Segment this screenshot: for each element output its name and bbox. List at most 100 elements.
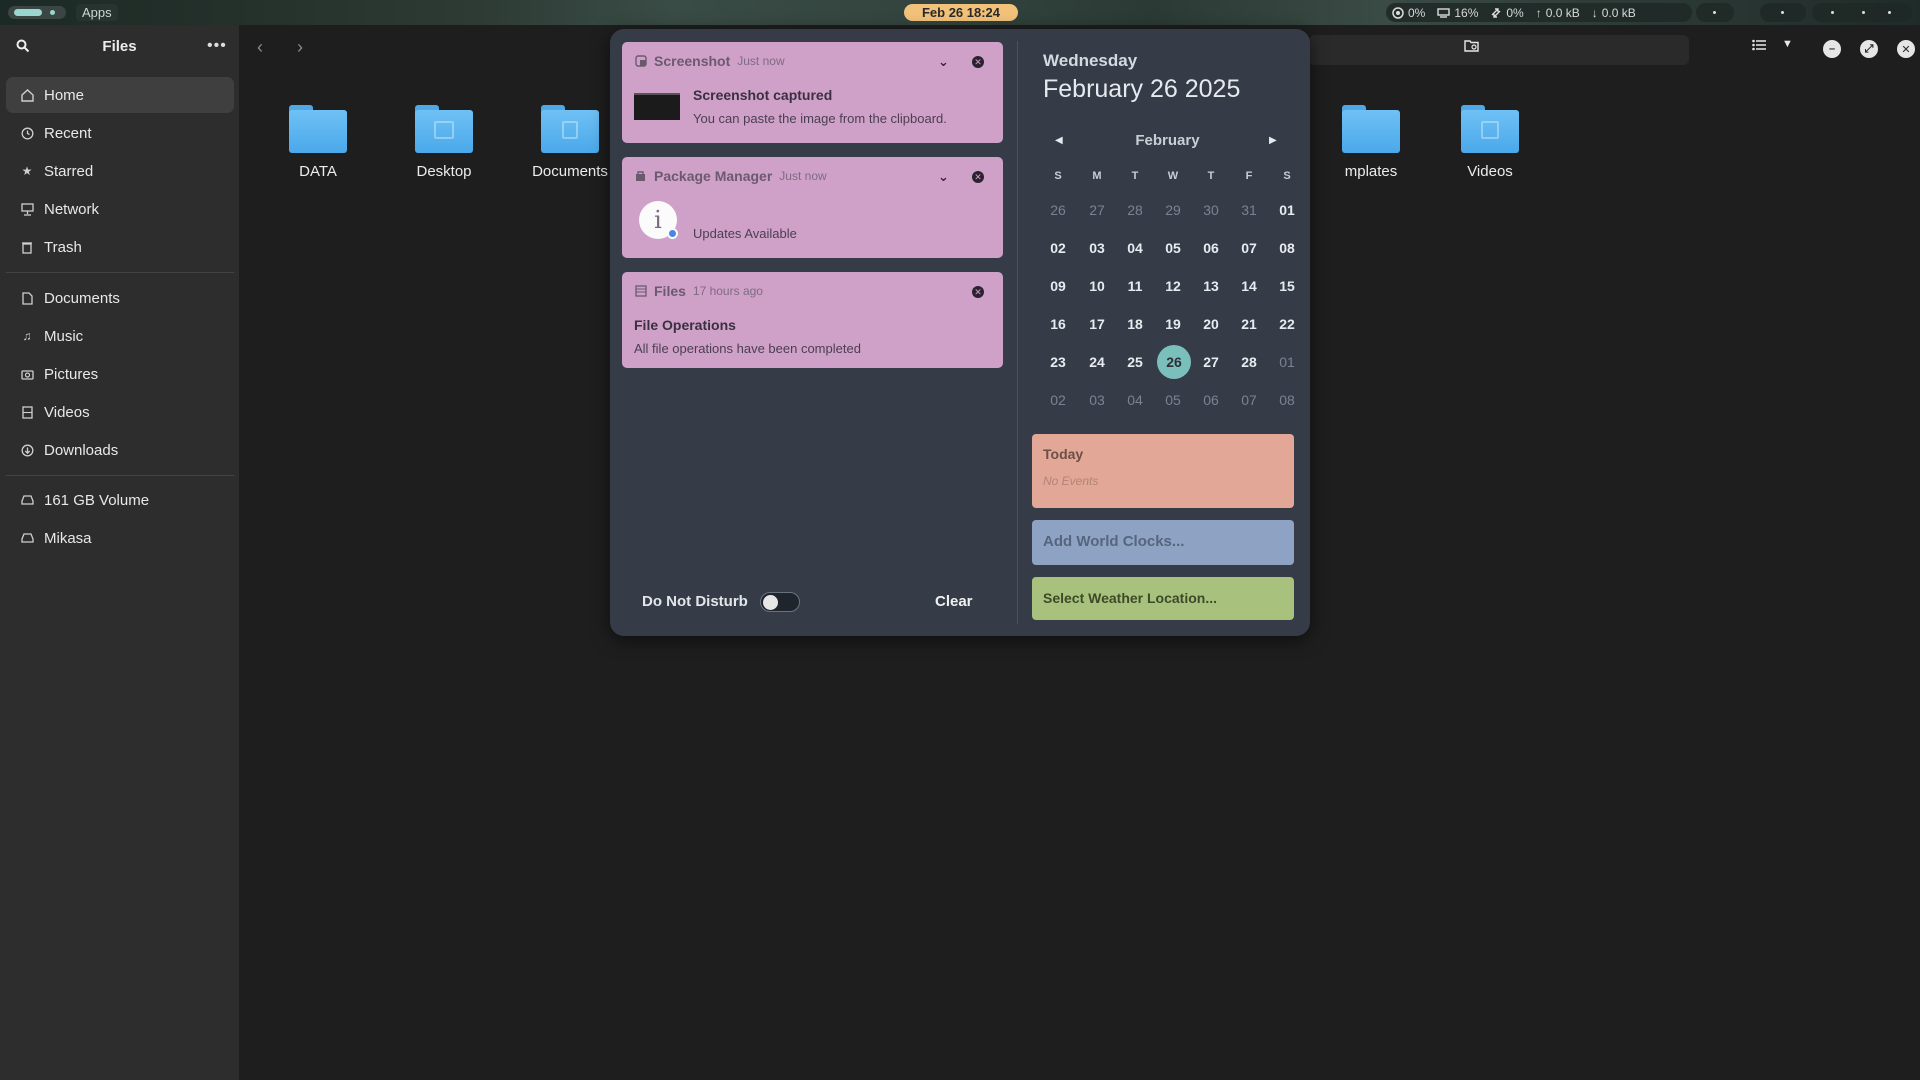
tray-item-1[interactable] — [1696, 3, 1734, 22]
notification-card[interactable]: Package Manager Just now ⌄ ✕ i Updates A… — [622, 157, 1003, 258]
calendar-day[interactable]: 28 — [1117, 192, 1153, 228]
clear-button[interactable]: Clear — [935, 593, 973, 610]
calendar-weekday-header: M — [1092, 170, 1102, 182]
calendar-day[interactable]: 04 — [1117, 230, 1153, 266]
calendar-day[interactable]: 20 — [1193, 306, 1229, 342]
sidebar-item-downloads[interactable]: Downloads — [6, 432, 234, 468]
calendar-day[interactable]: 02 — [1040, 382, 1076, 418]
calendar-day[interactable]: 15 — [1269, 268, 1305, 304]
search-folder-icon[interactable] — [1464, 39, 1480, 53]
templates-folder-icon — [1342, 105, 1400, 153]
memory-icon — [1437, 7, 1451, 18]
calendar-day[interactable]: 31 — [1231, 192, 1267, 228]
calendar-day[interactable]: 08 — [1269, 382, 1305, 418]
workspace-indicator[interactable] — [8, 6, 66, 19]
close-window-icon[interactable]: ✕ — [1897, 40, 1915, 58]
active-workspace[interactable] — [14, 9, 42, 16]
apps-button[interactable]: Apps — [76, 4, 118, 21]
music-icon: ♫ — [22, 329, 32, 343]
sidebar-item-mikasa[interactable]: Mikasa — [6, 520, 234, 556]
forward-icon[interactable]: › — [297, 37, 303, 58]
calendar-day[interactable]: 09 — [1040, 268, 1076, 304]
calendar-day[interactable]: 26 — [1040, 192, 1076, 228]
list-view-icon[interactable] — [1752, 39, 1766, 51]
calendar-day[interactable]: 01 — [1269, 192, 1305, 228]
tray-item-3[interactable] — [1812, 3, 1912, 22]
expand-chevron-icon[interactable]: ⌄ — [938, 169, 949, 185]
calendar-day[interactable]: 05 — [1155, 230, 1191, 266]
calendar-day[interactable]: 21 — [1231, 306, 1267, 342]
calendar-day[interactable]: 08 — [1269, 230, 1305, 266]
sidebar-item-pictures[interactable]: Pictures — [6, 356, 234, 392]
calendar-day[interactable]: 07 — [1231, 382, 1267, 418]
close-icon[interactable]: ✕ — [972, 56, 984, 68]
sidebar-item-volume[interactable]: 161 GB Volume — [6, 482, 234, 518]
back-icon[interactable]: ‹ — [257, 37, 263, 58]
sidebar-item-starred[interactable]: ★ Starred — [6, 153, 234, 189]
notification-card[interactable]: Files 17 hours ago ✕ File Operations All… — [622, 272, 1003, 368]
upload-stat: ↑ 0.0 kB — [1536, 6, 1580, 20]
folder-item[interactable]: mplates — [1316, 105, 1426, 180]
folder-item[interactable]: Desktop — [389, 105, 499, 180]
world-clocks-button[interactable]: Add World Clocks... — [1032, 520, 1294, 565]
calendar-day[interactable]: 13 — [1193, 268, 1229, 304]
sidebar-item-home[interactable]: Home — [6, 77, 234, 113]
calendar-day[interactable]: 04 — [1117, 382, 1153, 418]
calendar-day[interactable]: 03 — [1079, 382, 1115, 418]
system-monitor[interactable]: 0% 16% 0% ↑ 0.0 kB ↓ 0.0 kB — [1386, 3, 1692, 22]
calendar-day[interactable]: 29 — [1155, 192, 1191, 228]
next-month-icon[interactable]: ▶ — [1269, 135, 1277, 146]
sidebar-item-documents[interactable]: Documents — [6, 280, 234, 316]
calendar-day[interactable]: 25 — [1117, 344, 1153, 380]
folder-item[interactable]: DATA — [263, 105, 373, 180]
notification-app-name: Screenshot — [654, 53, 731, 69]
calendar-day[interactable]: 01 — [1269, 344, 1305, 380]
folder-item[interactable]: Videos — [1435, 105, 1545, 180]
sidebar-item-videos[interactable]: Videos — [6, 394, 234, 430]
close-icon[interactable]: ✕ — [972, 171, 984, 183]
notification-card[interactable]: Screenshot Just now ⌄ ✕ Screenshot captu… — [622, 42, 1003, 143]
folder-item[interactable]: Documents — [515, 105, 625, 180]
expand-chevron-icon[interactable]: ⌄ — [938, 54, 949, 70]
more-options-icon[interactable]: ••• — [207, 37, 227, 55]
calendar-day[interactable]: 28 — [1231, 344, 1267, 380]
weather-button[interactable]: Select Weather Location... — [1032, 577, 1294, 620]
sidebar-item-recent[interactable]: Recent — [6, 115, 234, 151]
calendar-day[interactable]: 06 — [1193, 382, 1229, 418]
calendar-day[interactable]: 11 — [1117, 268, 1153, 304]
path-bar[interactable] — [1309, 35, 1689, 65]
calendar-day[interactable]: 14 — [1231, 268, 1267, 304]
calendar-day[interactable]: 19 — [1155, 306, 1191, 342]
minimize-icon[interactable]: – — [1823, 40, 1841, 58]
calendar-month: February — [1135, 132, 1200, 149]
close-icon[interactable]: ✕ — [972, 286, 984, 298]
calendar-day[interactable]: 23 — [1040, 344, 1076, 380]
calendar-day[interactable]: 27 — [1079, 192, 1115, 228]
calendar-day[interactable]: 24 — [1079, 344, 1115, 380]
calendar-day[interactable]: 10 — [1079, 268, 1115, 304]
calendar-day[interactable]: 17 — [1079, 306, 1115, 342]
calendar-day[interactable]: 16 — [1040, 306, 1076, 342]
calendar-day[interactable]: 12 — [1155, 268, 1191, 304]
sidebar-item-network[interactable]: Network — [6, 191, 234, 227]
calendar-day[interactable]: 07 — [1231, 230, 1267, 266]
events-card[interactable]: Today No Events — [1032, 434, 1294, 508]
calendar-day[interactable]: 30 — [1193, 192, 1229, 228]
calendar-day[interactable]: 22 — [1269, 306, 1305, 342]
tray-item-2[interactable] — [1760, 3, 1806, 22]
calendar-day[interactable]: 18 — [1117, 306, 1153, 342]
view-options-chevron-icon[interactable]: ▼ — [1782, 38, 1793, 50]
do-not-disturb-toggle[interactable] — [760, 592, 800, 612]
cpu-stat: 0% — [1392, 6, 1425, 20]
clock-button[interactable]: Feb 26 18:24 — [904, 4, 1018, 21]
calendar-day[interactable]: 06 — [1193, 230, 1229, 266]
calendar-day[interactable]: 05 — [1155, 382, 1191, 418]
calendar-day[interactable]: 27 — [1193, 344, 1229, 380]
calendar-day-today[interactable]: 26 — [1157, 345, 1191, 379]
calendar-day[interactable]: 02 — [1040, 230, 1076, 266]
workspace-dot[interactable] — [50, 10, 55, 15]
maximize-icon[interactable]: ⤢ — [1860, 40, 1878, 58]
sidebar-item-music[interactable]: ♫ Music — [6, 318, 234, 354]
calendar-day[interactable]: 03 — [1079, 230, 1115, 266]
sidebar-item-trash[interactable]: Trash — [6, 229, 234, 265]
